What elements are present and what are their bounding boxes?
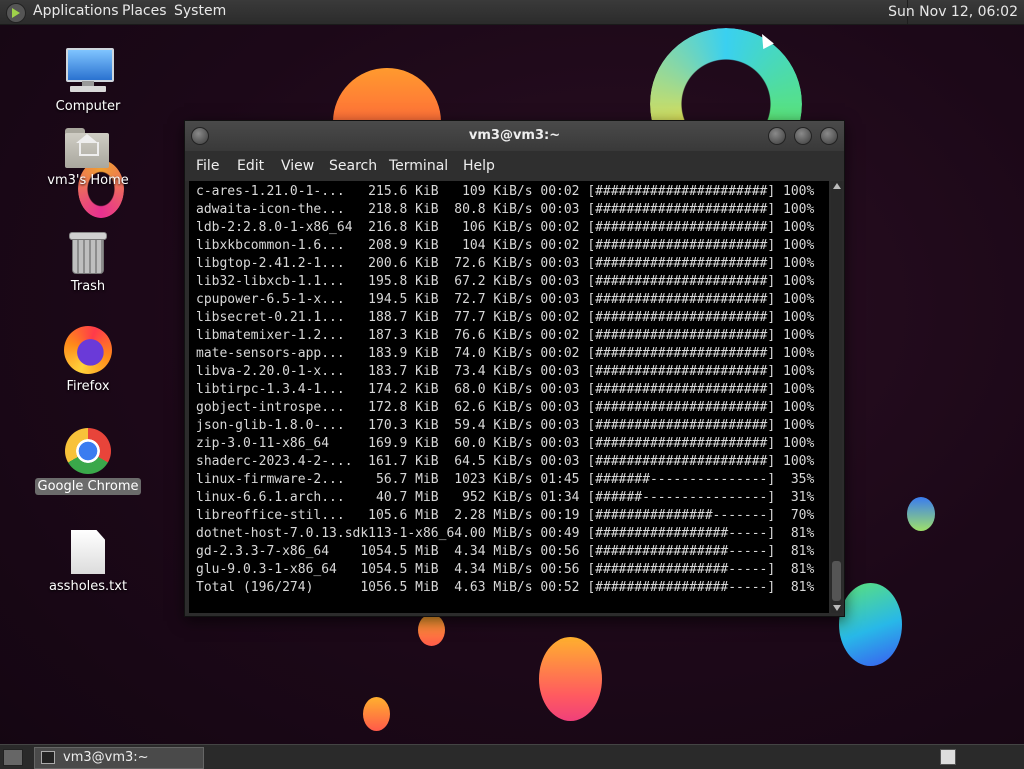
taskbar-terminal-button[interactable]: vm3@vm3:~ (34, 747, 204, 769)
desktop-icon-label: Firefox (66, 379, 110, 394)
desktop-icon-trash[interactable]: Trash (33, 230, 143, 295)
chrome-icon (65, 428, 111, 474)
window-titlebar[interactable]: vm3@vm3:~ (185, 121, 844, 151)
home-folder-icon (65, 128, 111, 168)
terminal-lines: c-ares-1.21.0-1-... 215.6 KiB 109 KiB/s … (189, 181, 829, 597)
orange-sphere-decoration (418, 614, 445, 646)
system-menu[interactable]: System (174, 3, 226, 19)
terminal-output[interactable]: c-ares-1.21.0-1-... 215.6 KiB 109 KiB/s … (189, 181, 829, 613)
close-button[interactable] (820, 127, 838, 145)
top-panel: Applications Places System Sun Nov 12, 0… (0, 0, 1024, 25)
desktop-icon-chrome[interactable]: Google Chrome (33, 428, 143, 495)
terminal-line: libsecret-0.21.1... 188.7 KiB 77.7 KiB/s… (196, 310, 815, 325)
terminal-line: lib32-libxcb-1.1... 195.8 KiB 67.2 KiB/s… (196, 274, 815, 289)
terminal-line: gobject-introspe... 172.8 KiB 62.6 KiB/s… (196, 400, 815, 415)
menu-view[interactable]: View (281, 158, 314, 174)
terminal-line: libgtop-2.41.2-1... 200.6 KiB 72.6 KiB/s… (196, 256, 815, 271)
desktop-icon-label: Computer (55, 99, 121, 114)
desktop-icon-label: assholes.txt (48, 579, 128, 594)
desktop-icon-computer[interactable]: Computer (33, 46, 143, 115)
menu-edit[interactable]: Edit (237, 158, 264, 174)
terminal-line: glu-9.0.3-1-x86_64 1054.5 MiB 4.34 MiB/s… (196, 562, 815, 577)
menu-search[interactable]: Search (329, 158, 377, 174)
desktop-icon-home[interactable]: vm3's Home (33, 128, 143, 189)
terminal-line: libtirpc-1.3.4-1... 174.2 KiB 68.0 KiB/s… (196, 382, 815, 397)
desktop-icon-text-file[interactable]: assholes.txt (33, 530, 143, 595)
terminal-line: libreoffice-stil... 105.6 MiB 2.28 MiB/s… (196, 508, 815, 523)
window-title: vm3@vm3:~ (468, 128, 561, 143)
terminal-line: ldb-2:2.8.0-1-x86_64 216.8 KiB 106 KiB/s… (196, 220, 815, 235)
orange-sphere-decoration (333, 68, 441, 128)
desktop-icon-label: Trash (70, 279, 106, 294)
cyan-sphere-decoration (839, 583, 902, 666)
orange-sphere-decoration (363, 697, 390, 731)
terminal-line: c-ares-1.21.0-1-... 215.6 KiB 109 KiB/s … (196, 184, 815, 199)
terminal-line: libxkbcommon-1.6... 208.9 KiB 104 KiB/s … (196, 238, 815, 253)
maximize-button[interactable] (794, 127, 812, 145)
bottom-panel: vm3@vm3:~ (0, 744, 1024, 769)
terminal-window[interactable]: vm3@vm3:~ File Edit View Search Terminal… (184, 120, 845, 617)
text-file-icon (71, 530, 105, 574)
workspace-switcher[interactable] (940, 749, 956, 765)
terminal-line: dotnet-host-7.0.13.sdk113-1-x86_64.00 Mi… (196, 526, 815, 541)
terminal-line: linux-firmware-2... 56.7 MiB 1023 KiB/s … (196, 472, 815, 487)
desktop-icon-firefox[interactable]: Firefox (33, 326, 143, 395)
terminal-line: adwaita-icon-the... 218.8 KiB 80.8 KiB/s… (196, 202, 815, 217)
menu-terminal[interactable]: Terminal (389, 158, 448, 174)
blue-sphere-decoration (907, 497, 935, 531)
scroll-down-icon[interactable] (833, 605, 841, 611)
menu-help[interactable]: Help (463, 158, 495, 174)
scroll-up-icon[interactable] (833, 183, 841, 189)
menu-file[interactable]: File (196, 158, 219, 174)
terminal-scrollbar[interactable] (831, 181, 842, 613)
terminal-line: Total (196/274) 1056.5 MiB 4.63 MiB/s 00… (196, 580, 815, 595)
applications-menu[interactable]: Applications (33, 3, 119, 19)
computer-icon (64, 46, 114, 94)
terminal-menubar: File Edit View Search Terminal Help (185, 151, 844, 181)
distro-logo-icon[interactable] (6, 3, 26, 23)
terminal-line: linux-6.6.1.arch... 40.7 MiB 952 KiB/s 0… (196, 490, 815, 505)
desktop-icon-label: vm3's Home (47, 173, 129, 188)
show-desktop-icon[interactable] (3, 749, 23, 766)
terminal-line: mate-sensors-app... 183.9 KiB 74.0 KiB/s… (196, 346, 815, 361)
terminal-line: cpupower-6.5-1-x... 194.5 KiB 72.7 KiB/s… (196, 292, 815, 307)
terminal-line: libmatemixer-1.2... 187.3 KiB 76.6 KiB/s… (196, 328, 815, 343)
firefox-icon (64, 326, 112, 374)
scrollbar-thumb[interactable] (832, 561, 841, 601)
places-menu[interactable]: Places (122, 3, 167, 19)
terminal-line: gd-2.3.3-7-x86_64 1054.5 MiB 4.34 MiB/s … (196, 544, 815, 559)
terminal-icon (41, 751, 55, 764)
desktop-icon-label: Google Chrome (34, 478, 142, 495)
trash-icon (68, 230, 108, 274)
minimize-button[interactable] (768, 127, 786, 145)
clock[interactable]: Sun Nov 12, 06:02 (888, 4, 1018, 20)
taskbar-button-label: vm3@vm3:~ (63, 750, 149, 765)
terminal-line: json-glib-1.8.0-... 170.3 KiB 59.4 KiB/s… (196, 418, 815, 433)
terminal-line: shaderc-2023.4-2-... 161.7 KiB 64.5 KiB/… (196, 454, 815, 469)
orange-sphere-decoration (539, 637, 602, 721)
terminal-line: zip-3.0-11-x86_64 169.9 KiB 60.0 KiB/s 0… (196, 436, 815, 451)
terminal-line: libva-2.20.0-1-x... 183.7 KiB 73.4 KiB/s… (196, 364, 815, 379)
